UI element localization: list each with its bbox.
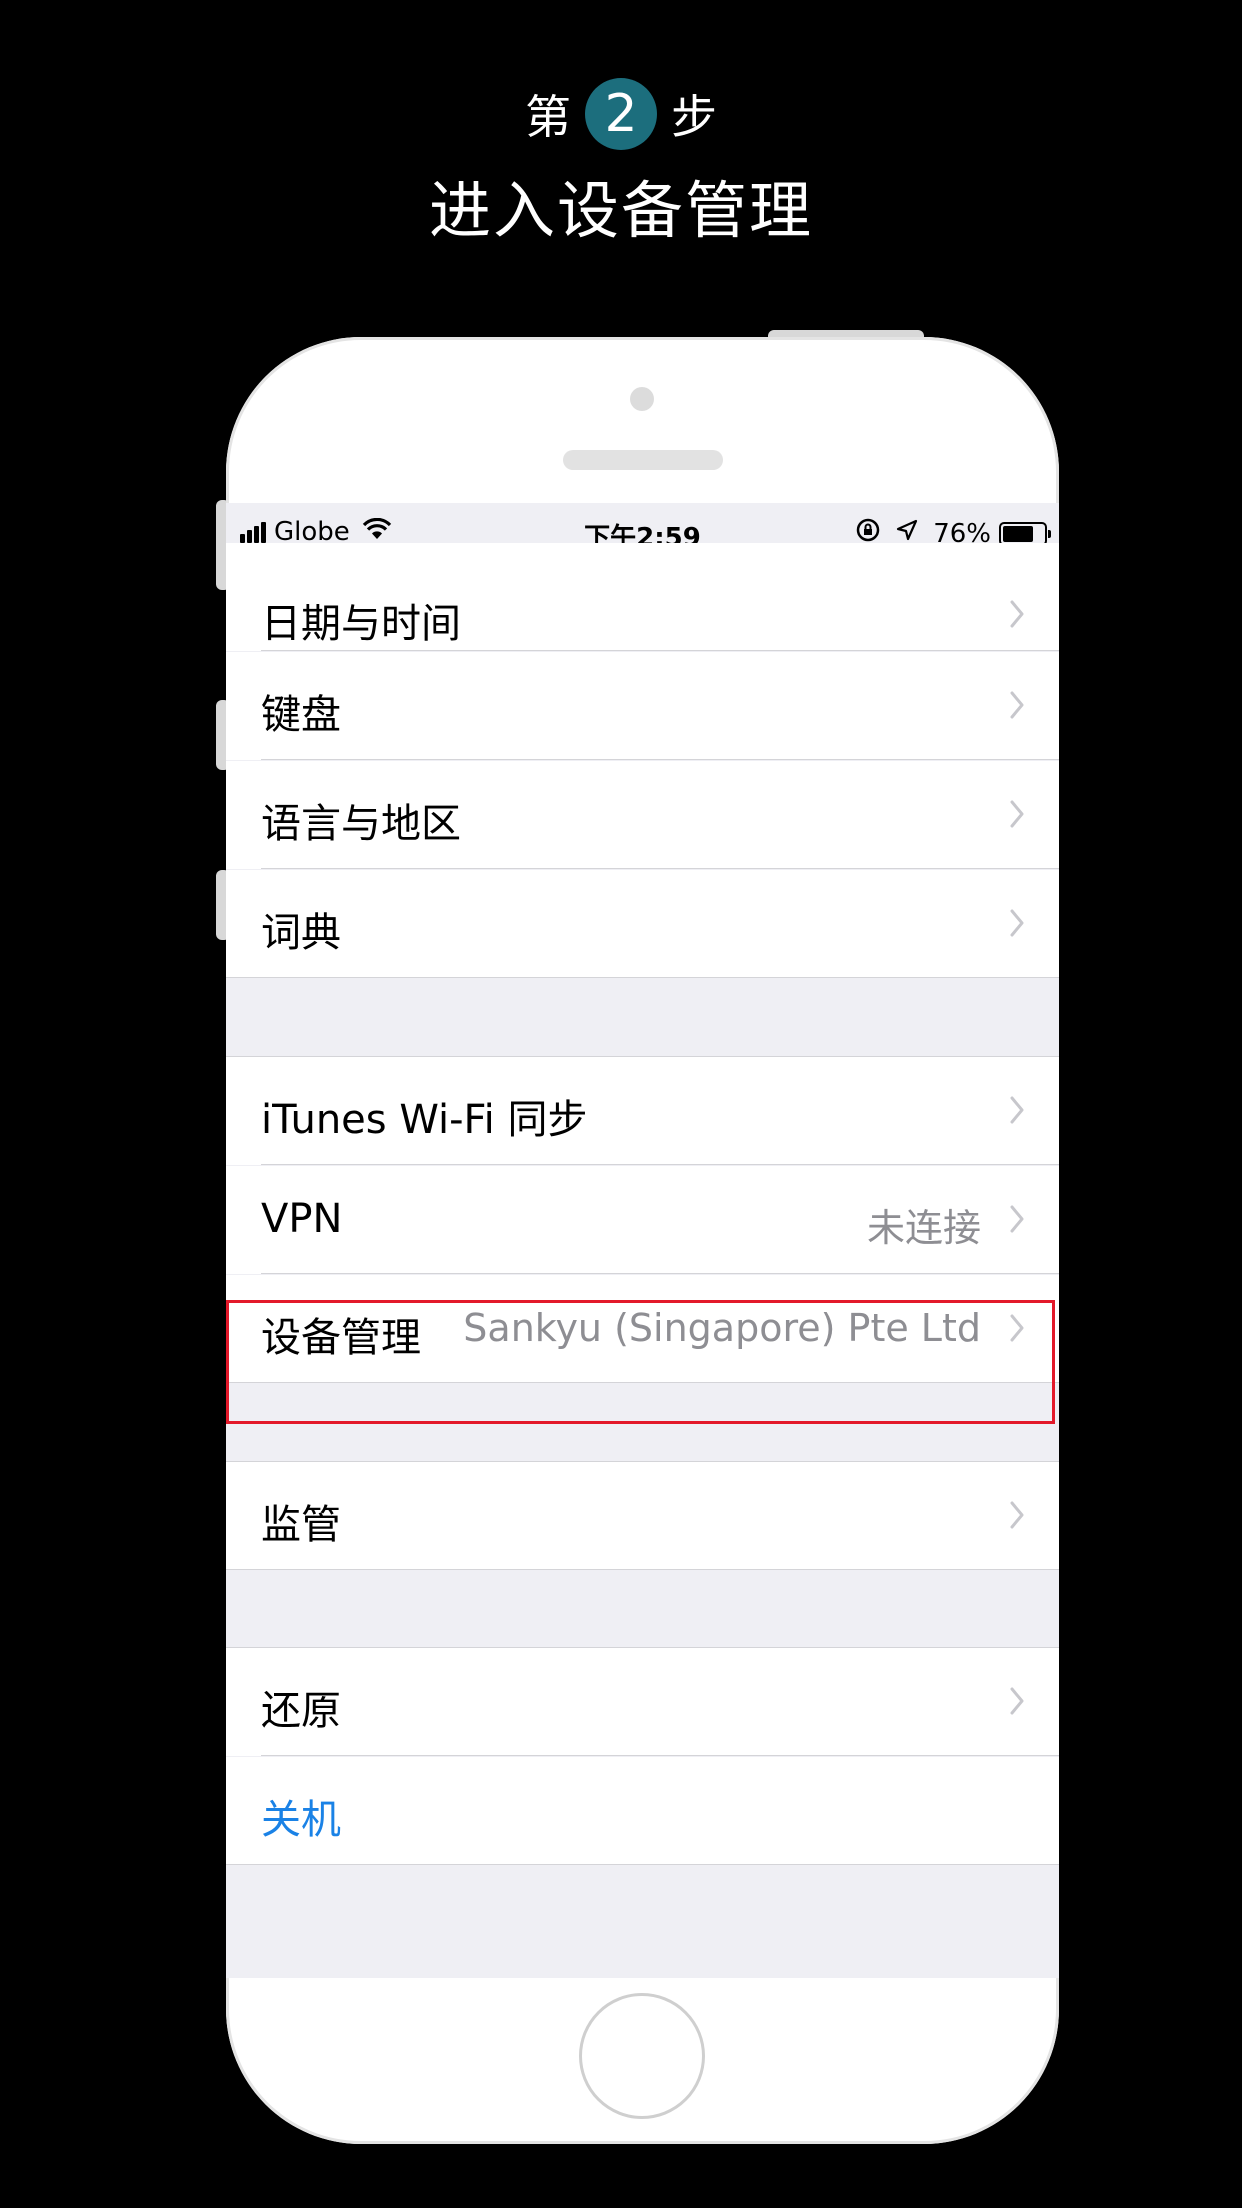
step-indicator: 第 2 步 [0, 78, 1242, 150]
chevron-right-icon [1010, 800, 1024, 828]
step-title: 进入设备管理 [428, 174, 813, 247]
phone-frame: Globe 下午2:59 76% 日期与时间 键盘 语言与地区 词典 iTune… [226, 337, 1059, 2144]
chevron-right-icon [1010, 691, 1024, 719]
front-camera [630, 387, 654, 411]
list-item-device-management[interactable]: 设备管理 Sankyu (Singapore) Pte Ltd [226, 1275, 1059, 1383]
list-item-dictionary[interactable]: 词典 [226, 870, 1059, 978]
step-suffix: 步 [671, 90, 717, 144]
chevron-right-icon [1010, 909, 1024, 937]
chevron-right-icon [1010, 1501, 1024, 1529]
battery-icon [999, 521, 1051, 546]
device-management-value: Sankyu (Singapore) Pte Ltd [463, 1306, 981, 1350]
chevron-right-icon [1010, 600, 1024, 628]
list-item-language-region[interactable]: 语言与地区 [226, 761, 1059, 869]
chevron-right-icon [1010, 1314, 1024, 1342]
row-label: 监管 [261, 1502, 341, 1548]
list-item-reset[interactable]: 还原 [226, 1648, 1059, 1756]
row-label: iTunes Wi-Fi 同步 [261, 1097, 588, 1143]
row-label: 语言与地区 [261, 801, 461, 847]
row-label: 日期与时间 [261, 601, 461, 647]
list-item-vpn[interactable]: VPN 未连接 [226, 1166, 1059, 1274]
list-item-itunes-wifi-sync[interactable]: iTunes Wi-Fi 同步 [226, 1057, 1059, 1165]
list-item-date-time[interactable]: 日期与时间 [226, 543, 1059, 651]
list-item-supervision[interactable]: 监管 [226, 1462, 1059, 1570]
earpiece-speaker [563, 450, 723, 470]
settings-screen: Globe 下午2:59 76% 日期与时间 键盘 语言与地区 词典 iTune… [226, 503, 1059, 1978]
step-number-badge: 2 [585, 78, 657, 150]
step-prefix: 第 [525, 90, 571, 144]
list-item-keyboard[interactable]: 键盘 [226, 652, 1059, 760]
chevron-right-icon [1010, 1205, 1024, 1233]
chevron-right-icon [1010, 1096, 1024, 1124]
shut-down-label: 关机 [261, 1797, 341, 1843]
row-label: 设备管理 [261, 1315, 421, 1361]
row-label: VPN [261, 1196, 343, 1242]
row-label: 键盘 [261, 692, 341, 738]
row-label: 词典 [261, 910, 341, 956]
vpn-status-value: 未连接 [866, 1206, 981, 1250]
chevron-right-icon [1010, 1687, 1024, 1715]
list-item-shut-down[interactable]: 关机 [226, 1757, 1059, 1865]
row-label: 还原 [261, 1688, 341, 1734]
home-button[interactable] [579, 1993, 705, 2119]
